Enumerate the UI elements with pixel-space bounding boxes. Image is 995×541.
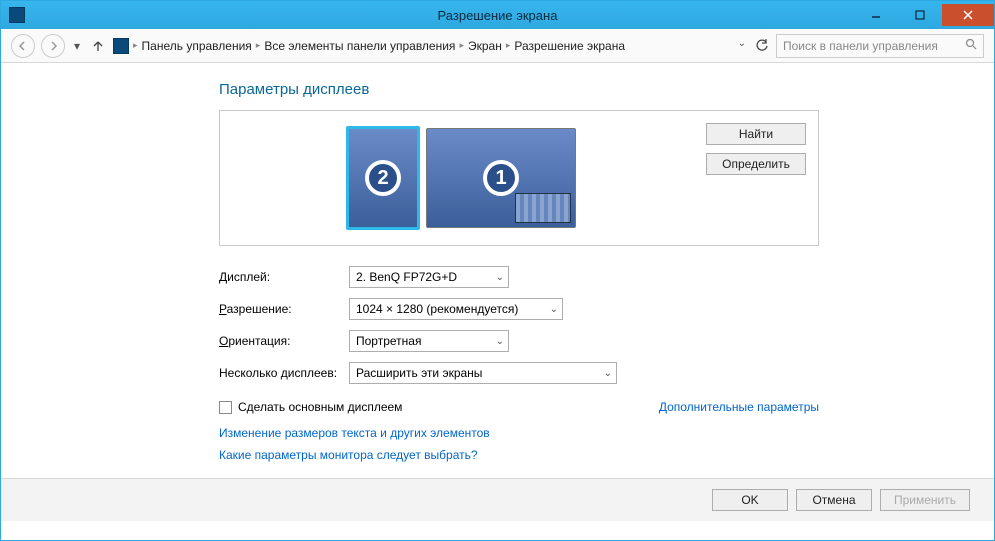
- advanced-settings-link[interactable]: Дополнительные параметры: [659, 400, 819, 414]
- apply-button: Применить: [880, 489, 970, 511]
- display-row: Дисплей: 2. BenQ FP72G+D ⌄: [219, 266, 819, 288]
- maximize-button[interactable]: [898, 4, 942, 26]
- multi-display-select[interactable]: Расширить эти экраны ⌄: [349, 362, 617, 384]
- breadcrumb-icon: [113, 38, 129, 54]
- chevron-down-icon: ⌄: [550, 304, 558, 315]
- display-select[interactable]: 2. BenQ FP72G+D ⌄: [349, 266, 509, 288]
- display-value: 2. BenQ FP72G+D: [356, 270, 457, 284]
- breadcrumb-item[interactable]: Панель управления: [142, 39, 252, 53]
- find-button[interactable]: Найти: [706, 123, 806, 145]
- resolution-row: Разрешение: 1024 × 1280 (рекомендуется) …: [219, 298, 819, 320]
- taskbar-preview: [515, 193, 571, 223]
- app-icon: [9, 7, 25, 23]
- resolution-value: 1024 × 1280 (рекомендуется): [356, 302, 518, 316]
- multi-display-row: Несколько дисплеев: Расширить эти экраны…: [219, 362, 819, 384]
- multi-display-value: Расширить эти экраны: [356, 366, 482, 380]
- chevron-right-icon: ▸: [506, 40, 511, 51]
- footer: OK Отмена Применить: [1, 478, 994, 521]
- primary-display-checkbox[interactable]: [219, 401, 232, 414]
- orientation-select[interactable]: Портретная ⌄: [349, 330, 509, 352]
- display-preview: 2 1 Найти Определить: [219, 110, 819, 246]
- breadcrumb-item[interactable]: Разрешение экрана: [514, 39, 625, 53]
- search-icon: [965, 38, 977, 53]
- monitors-area[interactable]: 2 1: [232, 123, 690, 233]
- back-button[interactable]: [11, 34, 35, 58]
- monitor-1[interactable]: 1: [426, 128, 576, 228]
- close-button[interactable]: [942, 4, 994, 26]
- window: Разрешение экрана ▾ ▸ Панель управления …: [0, 0, 995, 541]
- orientation-value: Портретная: [356, 334, 421, 348]
- resolution-select[interactable]: 1024 × 1280 (рекомендуется) ⌄: [349, 298, 563, 320]
- chevron-right-icon: ▸: [133, 40, 138, 51]
- display-label: Дисплей:: [219, 270, 349, 284]
- titlebar: Разрешение экрана: [1, 1, 994, 29]
- resolution-label: Разрешение:: [219, 302, 349, 316]
- chevron-right-icon: ▸: [256, 40, 261, 51]
- window-title: Разрешение экрана: [438, 8, 558, 23]
- text-size-link[interactable]: Изменение размеров текста и других элеме…: [219, 426, 819, 440]
- primary-display-row: Сделать основным дисплеем Дополнительные…: [219, 400, 819, 414]
- chevron-right-icon: ▸: [459, 40, 464, 51]
- monitor-2[interactable]: 2: [346, 126, 420, 230]
- refresh-icon[interactable]: [754, 38, 770, 54]
- chevron-down-icon: ⌄: [496, 336, 504, 347]
- chevron-down-icon: ⌄: [604, 368, 612, 379]
- cancel-button[interactable]: Отмена: [796, 489, 872, 511]
- breadcrumb: ▸ Панель управления ▸ Все элементы панел…: [113, 38, 770, 54]
- breadcrumb-item[interactable]: Все элементы панели управления: [264, 39, 455, 53]
- search-input[interactable]: Поиск в панели управления: [776, 34, 984, 58]
- toolbar: ▾ ▸ Панель управления ▸ Все элементы пан…: [1, 29, 994, 63]
- up-button[interactable]: [89, 37, 107, 55]
- orientation-label: Ориентация:: [219, 334, 349, 348]
- identify-button[interactable]: Определить: [706, 153, 806, 175]
- content: Параметры дисплеев 2 1 Найти Определить: [1, 63, 994, 540]
- chevron-down-icon[interactable]: ⌄: [738, 38, 746, 54]
- primary-display-label: Сделать основным дисплеем: [238, 400, 402, 414]
- multi-display-label: Несколько дисплеев:: [219, 366, 349, 380]
- breadcrumb-item[interactable]: Экран: [468, 39, 502, 53]
- monitor-number: 2: [365, 160, 401, 196]
- forward-button[interactable]: [41, 34, 65, 58]
- links: Изменение размеров текста и других элеме…: [219, 426, 819, 462]
- search-placeholder: Поиск в панели управления: [783, 39, 938, 53]
- help-link[interactable]: Какие параметры монитора следует выбрать…: [219, 448, 819, 462]
- history-dropdown-icon[interactable]: ▾: [71, 34, 83, 58]
- preview-buttons: Найти Определить: [706, 123, 806, 233]
- orientation-row: Ориентация: Портретная ⌄: [219, 330, 819, 352]
- chevron-down-icon: ⌄: [496, 272, 504, 283]
- minimize-button[interactable]: [854, 4, 898, 26]
- ok-button[interactable]: OK: [712, 489, 788, 511]
- monitor-number: 1: [483, 160, 519, 196]
- page-title: Параметры дисплеев: [219, 81, 819, 98]
- window-controls: [854, 4, 994, 26]
